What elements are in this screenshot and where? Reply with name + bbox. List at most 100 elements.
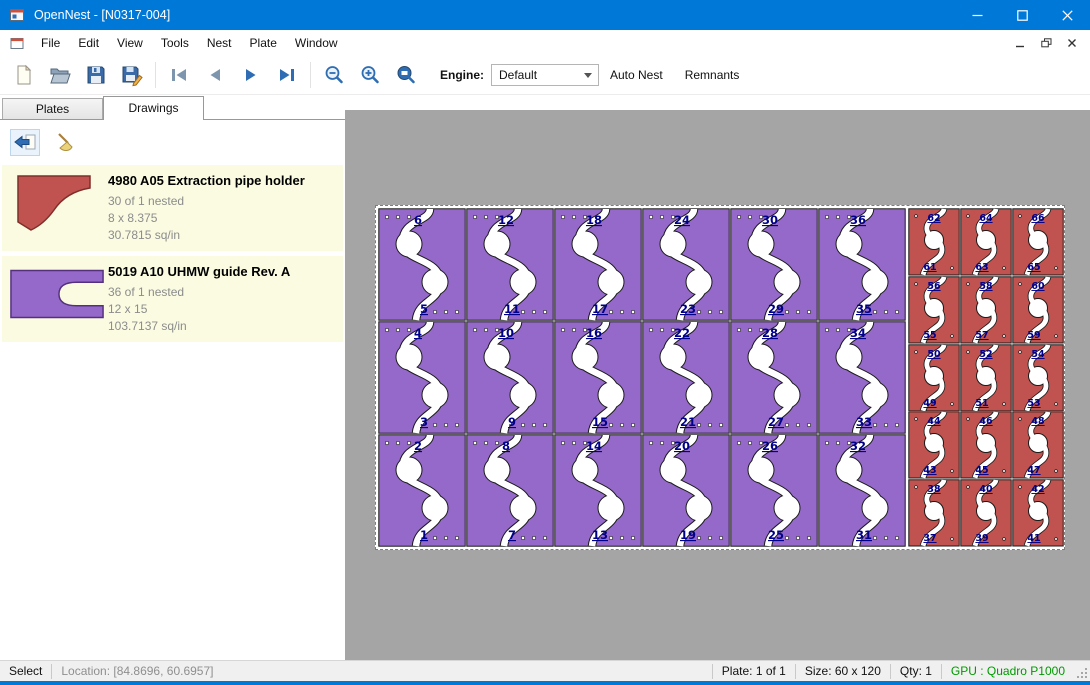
status-location: Location: [84.8696, 60.6957] [52,664,222,678]
plate[interactable]: 6 5 12 11 18 17 24 23 30 29 36 35 4 3 10… [375,205,1065,550]
nested-part-pair[interactable]: 8 7 [466,434,554,547]
close-button[interactable] [1045,0,1090,30]
nested-part-pair[interactable]: 28 27 [730,321,818,434]
nested-part-pair[interactable]: 24 23 [642,208,730,321]
part-number: 63 [975,262,988,273]
part-number: 60 [1031,281,1045,292]
engine-select[interactable]: Default [491,64,599,86]
previous-plate-button[interactable] [197,59,233,91]
part-number: 64 [979,213,993,224]
nested-part-pair[interactable]: 22 21 [642,321,730,434]
part-number: 66 [1031,213,1045,224]
part-number: 13 [592,528,608,542]
nested-part-pair[interactable]: 52 51 [960,344,1012,412]
part-number: 54 [1031,349,1045,360]
drawing-info: 4980 A05 Extraction pipe holder 30 of 1 … [108,172,305,244]
mdi-minimize-button[interactable] [1012,35,1028,51]
nested-part-pair[interactable]: 42 41 [1012,479,1064,547]
minimize-button[interactable] [955,0,1000,30]
save-as-icon [120,63,144,87]
part-number: 41 [1027,533,1040,544]
nested-part-pair[interactable]: 56 55 [908,276,960,344]
remnants-button[interactable]: Remnants [674,59,751,91]
mdi-close-button[interactable] [1064,35,1080,51]
save-icon [84,63,108,87]
next-plate-button[interactable] [233,59,269,91]
nested-part-pair[interactable]: 62 61 [908,208,960,276]
engine-selected-value: Default [499,68,537,82]
panel-tab-bar: Plates Drawings [0,95,345,119]
menu-item-tools[interactable]: Tools [152,30,198,56]
drawing-list-item[interactable]: 4980 A05 Extraction pipe holder 30 of 1 … [2,165,343,251]
open-file-button[interactable] [42,59,78,91]
tab-drawings[interactable]: Drawings [103,96,204,120]
nested-part-pair[interactable]: 50 49 [908,344,960,412]
part-number: 49 [923,398,936,409]
nested-part-pair[interactable]: 6 5 [378,208,466,321]
part-number: 3 [420,415,428,429]
nested-part-pair[interactable]: 2 1 [378,434,466,547]
first-plate-button[interactable] [161,59,197,91]
part-number: 10 [498,326,514,340]
nested-part-pair[interactable]: 46 45 [960,411,1012,479]
nested-part-pair[interactable]: 38 37 [908,479,960,547]
zoom-out-icon [322,63,346,87]
tab-plates[interactable]: Plates [2,98,103,119]
maximize-button[interactable] [1000,0,1045,30]
new-file-button[interactable] [6,59,42,91]
nested-part-pair[interactable]: 32 31 [818,434,906,547]
clear-drawings-button[interactable] [52,129,82,156]
nested-part-pair[interactable]: 40 39 [960,479,1012,547]
menu-item-window[interactable]: Window [286,30,347,56]
nested-part-pair[interactable]: 16 15 [554,321,642,434]
part-number: 1 [420,528,428,542]
nested-part-pair[interactable]: 26 25 [730,434,818,547]
red-part-shape-icon [14,172,100,236]
nested-part-pair[interactable]: 44 43 [908,411,960,479]
menu-item-nest[interactable]: Nest [198,30,241,56]
part-number: 56 [927,281,941,292]
nested-part-pair[interactable]: 20 19 [642,434,730,547]
save-as-button[interactable] [114,59,150,91]
menu-item-file[interactable]: File [32,30,69,56]
zoom-fit-button[interactable] [388,59,424,91]
part-number: 19 [680,528,696,542]
last-plate-button[interactable] [269,59,305,91]
zoom-in-button[interactable] [352,59,388,91]
nested-part-pair[interactable]: 66 65 [1012,208,1064,276]
menu-item-edit[interactable]: Edit [69,30,108,56]
nested-part-pair[interactable]: 58 57 [960,276,1012,344]
zoom-out-button[interactable] [316,59,352,91]
menu-item-plate[interactable]: Plate [241,30,286,56]
red-parts-grid: 62 61 64 63 66 65 56 55 58 57 60 59 50 4… [908,208,1064,547]
nested-part-pair[interactable]: 18 17 [554,208,642,321]
part-number: 52 [979,349,992,360]
save-button[interactable] [78,59,114,91]
part-number: 17 [592,302,608,316]
nested-part-pair[interactable]: 36 35 [818,208,906,321]
status-plate-size: Size: 60 x 120 [796,664,890,678]
nested-part-pair[interactable]: 60 59 [1012,276,1064,344]
mdi-window-controls [1012,35,1090,51]
drawing-list-item[interactable]: 5019 A10 UHMW guide Rev. A 36 of 1 neste… [2,256,343,342]
part-number: 15 [592,415,608,429]
title-bar: OpenNest - [N0317-004] [0,0,1090,30]
part-number: 33 [856,415,872,429]
resize-grip[interactable] [1074,661,1090,681]
assign-drawing-button[interactable] [10,129,40,156]
part-number: 65 [1027,262,1040,273]
menu-item-view[interactable]: View [108,30,152,56]
mdi-restore-button[interactable] [1038,35,1054,51]
nested-part-pair[interactable]: 48 47 [1012,411,1064,479]
nested-part-pair[interactable]: 54 53 [1012,344,1064,412]
nested-part-pair[interactable]: 34 33 [818,321,906,434]
nested-part-pair[interactable]: 30 29 [730,208,818,321]
part-number: 57 [975,330,988,341]
auto-nest-button[interactable]: Auto Nest [599,59,674,91]
nested-part-pair[interactable]: 4 3 [378,321,466,434]
nest-canvas[interactable]: 6 5 12 11 18 17 24 23 30 29 36 35 4 3 10… [345,95,1090,660]
nested-part-pair[interactable]: 64 63 [960,208,1012,276]
nested-part-pair[interactable]: 12 11 [466,208,554,321]
nested-part-pair[interactable]: 14 13 [554,434,642,547]
nested-part-pair[interactable]: 10 9 [466,321,554,434]
